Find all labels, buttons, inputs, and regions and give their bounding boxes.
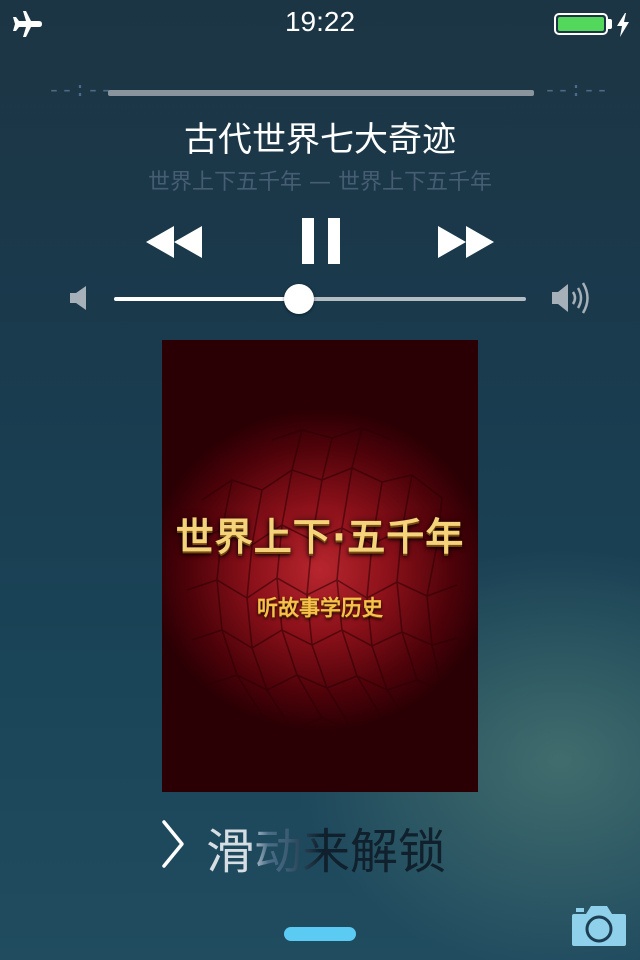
time-elapsed: --:--	[48, 80, 114, 103]
status-bar: 19:22	[0, 0, 640, 48]
time-remaining: --:--	[544, 80, 610, 103]
home-indicator[interactable]	[284, 927, 356, 941]
slide-to-unlock[interactable]: 滑动来解锁	[206, 812, 446, 882]
volume-track-filled	[114, 297, 299, 301]
fast-forward-button[interactable]	[436, 222, 496, 262]
rewind-button[interactable]	[144, 222, 204, 262]
volume-high-icon	[552, 282, 589, 314]
camera-icon[interactable]	[570, 902, 628, 948]
status-time: 19:22	[284, 6, 356, 37]
chevron-right-icon	[162, 820, 184, 868]
volume-low-icon	[70, 286, 86, 310]
album-art-texture	[186, 427, 463, 731]
charging-icon	[617, 13, 629, 37]
volume-thumb[interactable]	[284, 284, 314, 314]
volume-slider[interactable]	[114, 284, 526, 314]
pause-icon	[302, 218, 340, 264]
album-art: 世界上下·五千年 听故事学历史	[162, 340, 478, 792]
pause-button[interactable]	[300, 216, 342, 266]
battery-icon	[554, 13, 608, 35]
volume-track-remaining	[299, 297, 526, 301]
song-title: 古代世界七大奇迹	[184, 120, 456, 160]
song-artist-album: 世界上下五千年 — 世界上下五千年	[148, 170, 492, 195]
rewind-icon	[146, 226, 202, 258]
playback-progress-track[interactable]	[108, 90, 534, 96]
battery-level-fill	[558, 17, 604, 31]
album-subtitle: 听故事学历史	[257, 596, 383, 620]
fast-forward-icon	[438, 226, 494, 258]
battery-tip	[608, 19, 612, 29]
album-title: 世界上下·五千年	[175, 515, 465, 559]
